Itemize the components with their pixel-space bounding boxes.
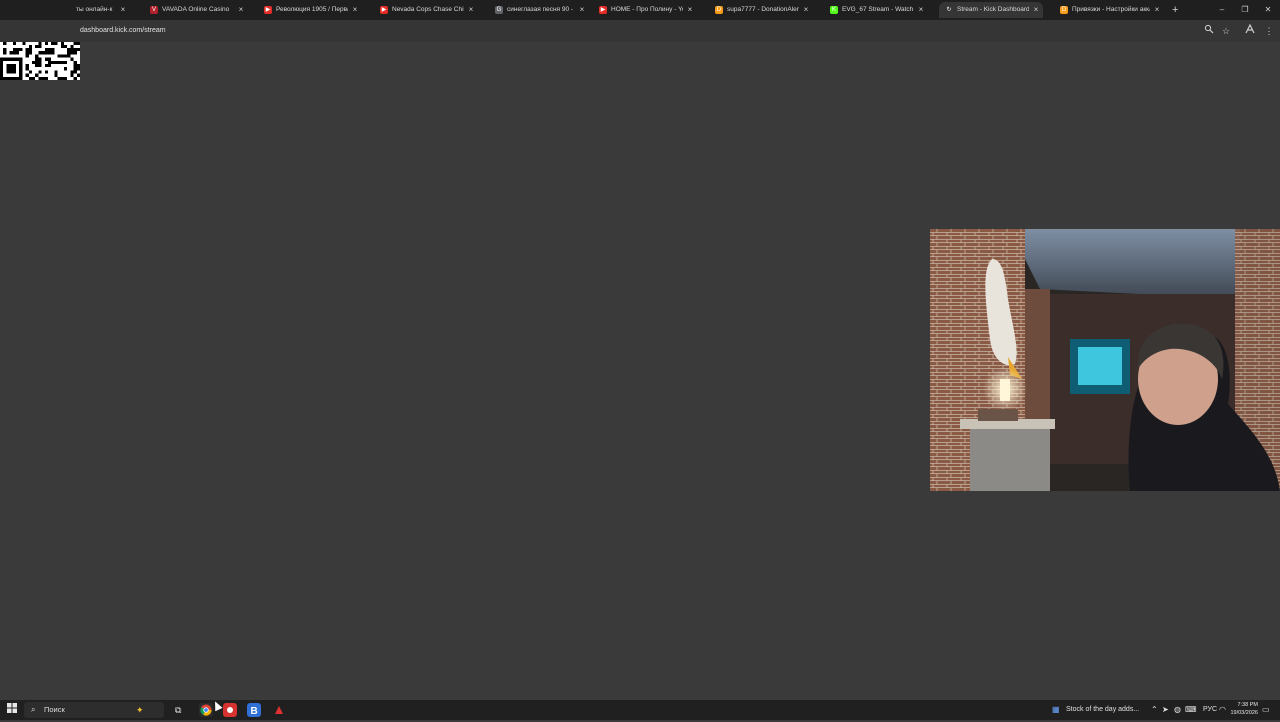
minimize-button[interactable]: – <box>1215 2 1229 18</box>
bookmark-star-icon[interactable]: ☆ <box>1220 24 1232 38</box>
restore-button[interactable]: ❐ <box>1238 2 1252 18</box>
browser-tab[interactable]: V VAVADA Online Casino × <box>144 2 248 18</box>
browser-tab[interactable]: ↻ Stream - Kick Dashboard × <box>939 2 1043 18</box>
tab-close-icon[interactable]: × <box>578 2 586 18</box>
chrome-taskbar-icon[interactable] <box>199 703 213 717</box>
browser-tab[interactable]: D Привязки - Настройки аккау × <box>1054 2 1164 18</box>
menu-dots-icon[interactable]: ⋮ <box>1263 24 1275 38</box>
record-app-taskbar-icon[interactable] <box>223 703 237 717</box>
browser-tab[interactable]: ▶ Nevada Cops Chase Child Pre× <box>374 2 478 18</box>
extensions-icon[interactable] <box>1244 23 1256 38</box>
new-tab-button[interactable]: + <box>1172 2 1178 18</box>
red-app-taskbar-icon[interactable] <box>272 703 286 717</box>
windows-icon <box>7 703 17 713</box>
tab-close-icon[interactable]: × <box>917 2 925 18</box>
telegram-tray-icon[interactable]: ➤ <box>1162 703 1169 717</box>
tab-title: Stream - Kick Dashboard <box>957 6 1029 13</box>
clock-date: 19/03/2026 <box>1230 710 1258 716</box>
webcam-scene <box>930 229 1280 491</box>
tab-close-icon[interactable]: × <box>119 2 127 18</box>
address-bar[interactable]: dashboard.kick.com/stream <box>80 20 166 42</box>
browser-tab[interactable]: K EVG_67 Stream - Watch Live c× <box>824 2 928 18</box>
webcam-video <box>930 229 1280 491</box>
keyboard-icon[interactable]: ⌨ <box>1185 703 1197 717</box>
taskbar: ⌕ Поиск ✦ ⧉ B ▦ Stock of the day adds...… <box>0 700 1280 720</box>
tab-title: HOME - Про Полину - YouTu <box>611 6 683 13</box>
close-window-button[interactable]: ✕ <box>1261 2 1275 18</box>
browser-tab-strip: ты онлайн-к × V VAVADA Online Casino × ▶ Револ… <box>0 0 1280 20</box>
zoom-icon[interactable] <box>1203 24 1215 38</box>
tab-title: синеглазая песня 90 - Googl <box>507 6 575 13</box>
tab-close-icon[interactable]: × <box>1153 2 1161 18</box>
tab-favicon-icon: ↻ <box>945 6 953 14</box>
tab-title: Привязки - Настройки аккау <box>1072 6 1150 13</box>
tray-app-icon[interactable]: ◍ <box>1174 703 1181 717</box>
tab-favicon-icon: ▶ <box>264 6 272 14</box>
tab-favicon-icon: ▶ <box>380 6 388 14</box>
tab-title: Революция 1905 / Первая р <box>276 6 348 13</box>
tab-favicon-icon: V <box>150 6 158 14</box>
network-icon[interactable]: ◠ <box>1219 703 1226 717</box>
taskbar-search-box[interactable]: ⌕ Поиск ✦ <box>24 702 164 718</box>
tab-close-icon[interactable]: × <box>467 2 475 18</box>
tab-close-icon[interactable]: × <box>802 2 810 18</box>
widget-icon[interactable]: ▦ <box>1052 703 1060 717</box>
task-view-icon[interactable]: ⧉ <box>175 703 181 717</box>
clock-time: 7:38 PM <box>1237 702 1258 708</box>
tab-title: VAVADA Online Casino <box>162 6 230 13</box>
tab-favicon-icon: G <box>495 6 503 14</box>
news-widget-text[interactable]: Stock of the day adds... <box>1066 703 1139 717</box>
browser-tab[interactable]: ты онлайн-к × <box>70 2 130 18</box>
notification-icon[interactable]: ▭ <box>1262 703 1270 717</box>
b-app-taskbar-icon[interactable]: B <box>247 703 261 717</box>
browser-toolbar: dashboard.kick.com/stream ☆ ⋮ <box>0 20 1280 42</box>
svg-text:B: B <box>251 706 258 717</box>
language-indicator[interactable]: РУС <box>1203 703 1217 717</box>
tray-chevron-icon[interactable]: ⌃ <box>1151 703 1158 717</box>
search-placeholder: Поиск <box>44 705 65 714</box>
tab-close-icon[interactable]: × <box>351 2 359 18</box>
tab-close-icon[interactable]: × <box>686 2 694 18</box>
tab-title: ты онлайн-к <box>76 6 113 13</box>
browser-tab[interactable]: Dsupa7777 - DonationAlerts × <box>709 2 813 18</box>
search-icon: ⌕ <box>31 705 36 714</box>
tab-close-icon[interactable]: × <box>237 2 245 18</box>
browser-tab[interactable]: ▶ HOME - Про Полину - YouTu× <box>593 2 697 18</box>
tab-favicon-icon: D <box>1060 6 1068 14</box>
tab-title: supa7777 - DonationAlerts <box>727 6 799 13</box>
tab-favicon-icon: ▶ <box>599 6 607 14</box>
browser-tab[interactable]: ▶ Революция 1905 / Первая р× <box>258 2 362 18</box>
tab-title: EVG_67 Stream - Watch Live c <box>842 6 914 13</box>
tab-title: Nevada Cops Chase Child Pre <box>392 6 464 13</box>
browser-tab[interactable]: Gсинеглазая песня 90 - Googl× <box>489 2 589 18</box>
search-highlight-icon: ✦ <box>136 705 144 715</box>
system-clock[interactable]: 7:38 PM 19/03/2026 <box>1230 701 1258 717</box>
tab-favicon-icon: D <box>715 6 723 14</box>
tab-close-icon[interactable]: × <box>1032 2 1040 18</box>
start-button[interactable] <box>7 703 17 717</box>
tab-favicon-icon: K <box>830 6 838 14</box>
